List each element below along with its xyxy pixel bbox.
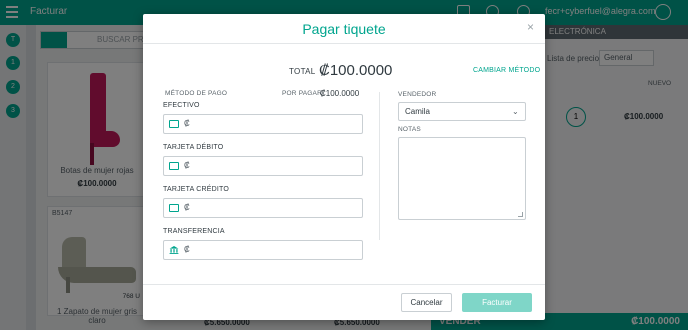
total-label: TOTAL: [289, 67, 316, 76]
dialog-footer-divider: [143, 284, 545, 285]
debit-card-label: TARJETA DÉBITO: [163, 144, 224, 151]
dialog-title: Pagar tiquete: [302, 21, 386, 37]
cash-label: EFECTIVO: [163, 102, 200, 109]
currency-symbol: ₡: [184, 119, 190, 128]
total-value: ₡100.0000: [319, 62, 393, 79]
chevron-down-icon: ⌄: [512, 107, 519, 116]
credit-card-amount-input[interactable]: ₡: [163, 198, 363, 218]
debit-card-amount-input[interactable]: ₡: [163, 156, 363, 176]
currency-symbol: ₡: [184, 203, 190, 212]
cash-amount-input[interactable]: ₡: [163, 114, 363, 134]
resize-handle-icon[interactable]: [518, 212, 523, 217]
change-method-link[interactable]: CAMBIAR MÉTODO: [473, 67, 540, 74]
column-divider: [379, 92, 380, 240]
dialog-header: Pagar tiquete ×: [143, 14, 545, 44]
currency-symbol: ₡: [184, 161, 190, 170]
transfer-amount-input[interactable]: ₡: [163, 240, 363, 260]
transfer-label: TRANSFERENCIA: [163, 228, 225, 235]
notes-textarea[interactable]: [398, 137, 526, 220]
amount-due-value: ₡100.0000: [320, 89, 360, 98]
payment-method-label: MÉTODO DE PAGO: [165, 90, 228, 97]
amount-due-label: POR PAGAR: [282, 90, 322, 97]
card-icon: [169, 204, 179, 212]
currency-symbol: ₡: [184, 245, 190, 254]
invoice-submit-button[interactable]: Facturar: [462, 293, 532, 312]
card-icon: [169, 162, 179, 170]
credit-card-label: TARJETA CRÉDITO: [163, 186, 230, 193]
cash-icon: [169, 120, 179, 128]
notes-label: NOTAS: [398, 126, 421, 133]
pay-ticket-dialog: Pagar tiquete × TOTAL ₡100.0000 CAMBIAR …: [143, 14, 545, 320]
bank-icon: [169, 246, 179, 254]
close-icon[interactable]: ×: [527, 20, 534, 34]
cancel-button[interactable]: Cancelar: [401, 293, 452, 312]
seller-value: Camila: [405, 107, 430, 116]
seller-label: VENDEDOR: [398, 91, 437, 98]
seller-select[interactable]: Camila ⌄: [398, 102, 526, 121]
